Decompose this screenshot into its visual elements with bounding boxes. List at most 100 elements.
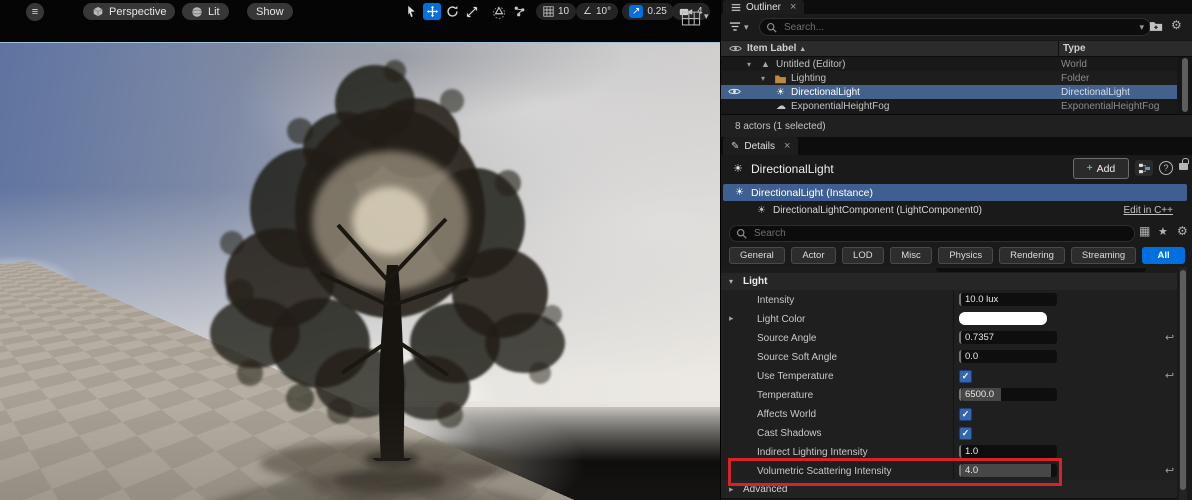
filter-button[interactable] [729,21,741,35]
lock-icon [1179,158,1189,170]
column-item-label[interactable]: Item Label ▲ [747,43,806,54]
source-soft-angle-input[interactable]: 0.0 [959,350,1057,363]
tab-outliner[interactable]: Outliner × [723,0,805,14]
rotation-snap-button[interactable]: ∠ 10° [576,3,619,20]
sort-asc-icon: ▲ [799,46,807,53]
blueprint-button[interactable] [1135,160,1153,176]
grid-snap-button[interactable]: 10 [536,3,577,20]
expand-arrow-icon[interactable]: ▾ [761,74,765,83]
outliner-toolbar: ▾ ▾ ⚙ [721,14,1192,40]
indirect-lighting-intensity-input[interactable]: 1.0 [959,445,1057,458]
search-combo-chevron-icon[interactable]: ▾ [1139,22,1144,33]
lock-button[interactable] [1179,158,1189,170]
viewport-options-button[interactable]: ≡ [26,3,44,21]
use-temperature-checkbox[interactable]: ✓ [959,370,972,383]
property-row-temperature[interactable]: Temperature 6500.0 [721,385,1177,405]
temperature-slider[interactable]: 6500.0 [959,388,1057,401]
directional-light-icon: ☀ [776,86,785,98]
category-misc[interactable]: Misc [889,247,933,264]
close-icon[interactable]: × [790,1,796,13]
expand-arrow-icon[interactable]: ▾ [747,60,751,69]
outliner-row-world[interactable]: ▾ ▲ Untitled (Editor) World [721,57,1177,71]
details-scrollbar[interactable] [1180,270,1186,490]
property-row-intensity[interactable]: Intensity 10.0 lux [721,290,1177,310]
reset-icon[interactable]: ↩ [1165,331,1174,344]
category-rendering[interactable]: Rendering [999,247,1065,264]
right-dock: Outliner × ▾ ▾ ⚙ [720,0,1192,500]
viewport-render[interactable] [0,42,720,500]
category-lod[interactable]: LOD [842,247,884,264]
light-color-swatch[interactable] [959,312,1047,325]
category-actor[interactable]: Actor [790,247,837,264]
lit-label: Lit [208,5,220,18]
filter-chevron-icon[interactable]: ▾ [744,22,749,33]
property-row-source-soft-angle[interactable]: Source Soft Angle 0.0 [721,347,1177,367]
outliner-row-heightfog[interactable]: ☁ ExponentialHeightFog ExponentialHeight… [721,99,1177,113]
intensity-input[interactable]: 10.0 lux [959,293,1057,306]
tab-details-label: Details [744,140,775,152]
layout-chevron-icon[interactable]: ▾ [704,11,709,22]
cast-shadows-checkbox[interactable]: ✓ [959,427,972,440]
eye-icon[interactable] [728,87,741,99]
section-light[interactable]: ▾ Light [721,273,1177,291]
scale-snap-icon: ↗ [629,5,644,18]
details-search[interactable] [729,225,1135,242]
display-filter-button[interactable]: ▦ [1139,224,1150,238]
outliner-row-directionallight[interactable]: ☀ DirectionalLight DirectionalLight [721,85,1177,99]
tab-details[interactable]: ✎ Details × [723,137,799,155]
component-row-instance[interactable]: ☀ DirectionalLight (Instance) [723,184,1187,201]
edit-in-cpp-link[interactable]: Edit in C++ [1124,205,1173,216]
show-label: Show [256,5,284,18]
help-button[interactable]: ? [1159,161,1173,175]
gear-icon: ⚙ [1177,224,1188,238]
show-button[interactable]: Show [247,3,293,20]
lit-button[interactable]: Lit [182,3,229,20]
column-divider[interactable] [1058,41,1059,56]
outliner-row-lighting[interactable]: ▾ Lighting Folder [721,71,1177,85]
section-light-label: Light [743,276,768,287]
close-icon[interactable]: × [784,140,790,152]
actor-snapping-button[interactable] [511,3,528,20]
category-physics[interactable]: Physics [938,247,994,264]
category-all[interactable]: All [1142,247,1185,264]
section-collapse-icon[interactable]: ▾ [729,277,733,286]
property-row-source-angle[interactable]: Source Angle 0.7357 ↩ [721,328,1177,348]
details-search-input[interactable] [752,227,1128,240]
property-row-light-color[interactable]: ▸ Light Color [721,309,1177,329]
reset-icon[interactable]: ↩ [1165,464,1174,477]
reset-icon[interactable]: ↩ [1165,369,1174,382]
outliner-search-input[interactable] [782,20,1135,34]
blueprint-nodes-icon [1138,163,1150,173]
property-row-use-temperature[interactable]: Use Temperature ✓ ↩ [721,366,1177,386]
viewport-layout-button[interactable] [679,8,703,28]
source-angle-input[interactable]: 0.7357 [959,331,1057,344]
surface-snapping-button[interactable] [490,3,507,20]
favorites-button[interactable]: ★ [1158,225,1168,238]
move-tool-button[interactable] [423,3,441,20]
category-streaming[interactable]: Streaming [1070,247,1137,264]
visibility-column-eye-icon[interactable] [729,44,742,56]
rotate-tool-button[interactable] [444,3,461,20]
property-row-cast-shadows[interactable]: Cast Shadows ✓ [721,423,1177,443]
scale-snap-button[interactable]: ↗ 0.25 [622,3,674,20]
outliner-settings-button[interactable]: ⚙ [1171,18,1182,32]
filter-icon [729,22,741,31]
details-settings-button[interactable]: ⚙ [1177,224,1188,238]
outliner-scrollbar[interactable] [1182,58,1188,112]
component-row-lightcomponent[interactable]: ☀ DirectionalLightComponent (LightCompon… [723,202,1187,219]
category-general[interactable]: General [729,247,785,264]
perspective-button[interactable]: Perspective [83,3,176,20]
affects-world-checkbox[interactable]: ✓ [959,408,972,421]
property-label: Use Temperature [757,370,834,382]
details-header: ☀ DirectionalLight + Add ? [721,155,1192,183]
column-type[interactable]: Type [1063,43,1086,54]
level-viewport[interactable]: ≡ Perspective Lit Show 10 ∠ 10° ↗ 0.25 4… [0,0,720,500]
select-tool-button[interactable] [403,3,420,20]
new-folder-button[interactable] [1149,20,1163,35]
expand-icon[interactable]: ▸ [729,313,734,324]
scale-tool-button[interactable] [463,3,480,20]
add-component-button[interactable]: + Add [1073,158,1129,179]
outliner-search[interactable]: ▾ [759,18,1151,36]
add-label: Add [1096,162,1116,175]
property-row-affects-world[interactable]: Affects World ✓ [721,404,1177,424]
